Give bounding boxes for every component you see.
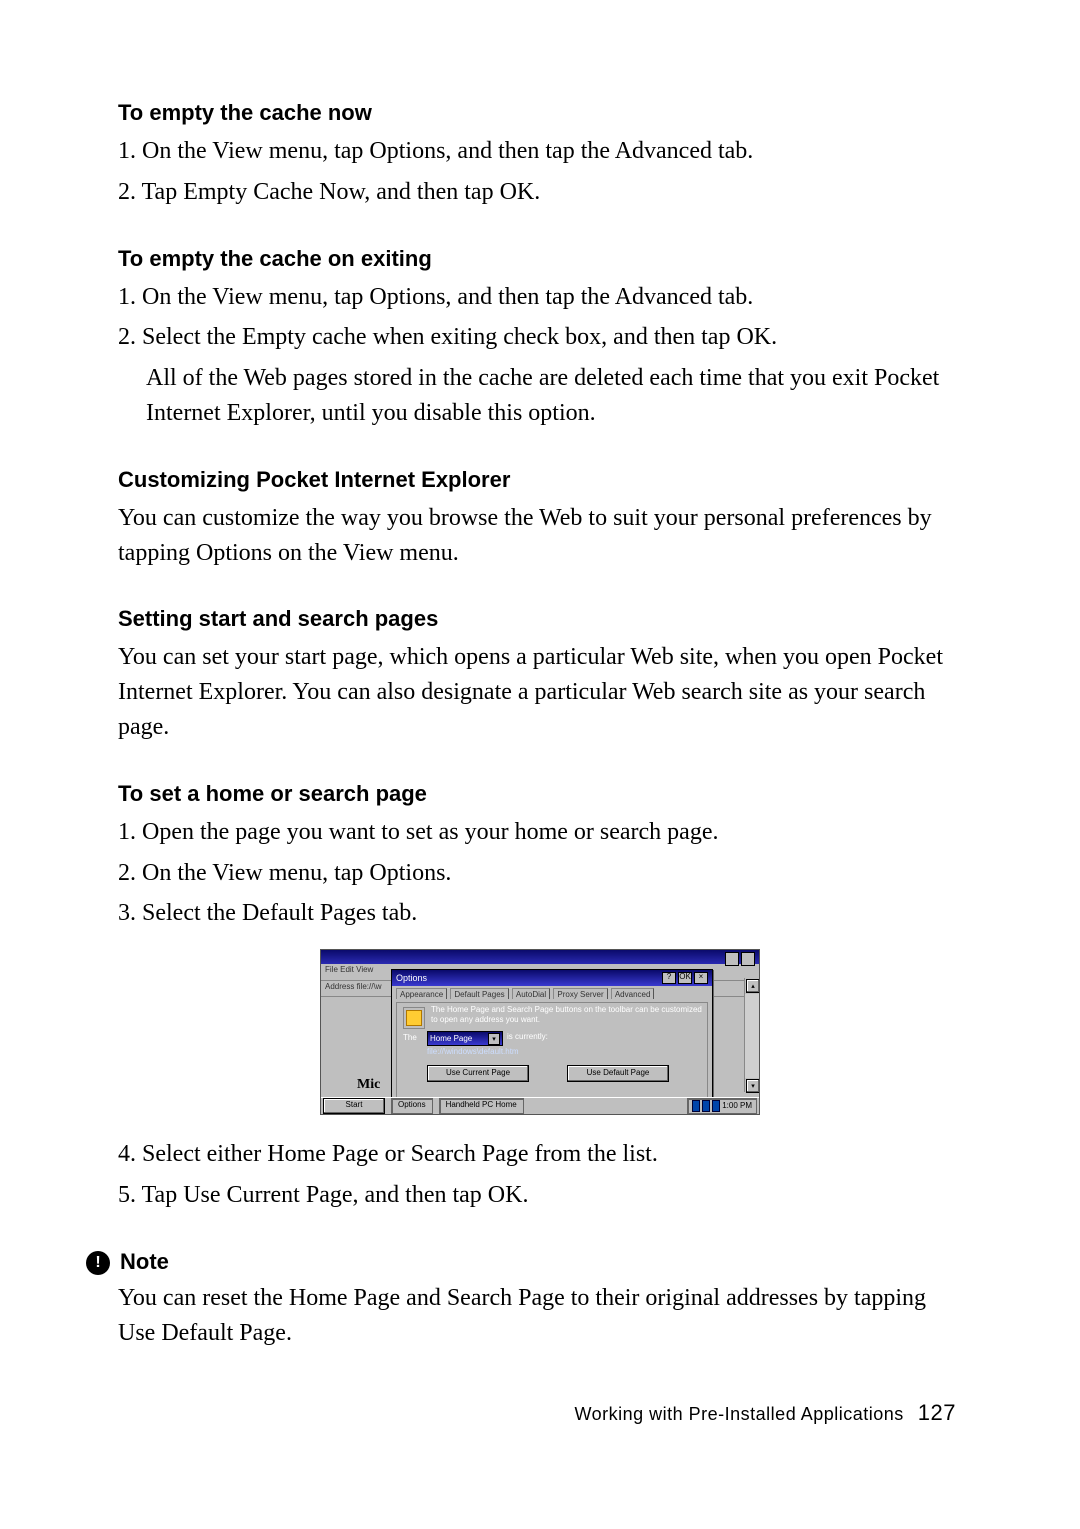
step-3: 3. Select the Default Pages tab. <box>118 896 962 931</box>
taskbar-item-home[interactable]: Handheld PC Home <box>439 1098 524 1114</box>
start-button[interactable]: Start <box>323 1098 385 1114</box>
row-label: The <box>403 1033 417 1042</box>
step-1: 1. On the View menu, tap Options, and th… <box>118 280 962 315</box>
page-type-dropdown[interactable]: Home Page ▾ <box>427 1031 503 1046</box>
section-empty-cache-now: To empty the cache now 1. On the View me… <box>118 100 962 210</box>
tab-appearance[interactable]: Appearance <box>396 988 447 999</box>
footer-section-title: Working with Pre-Installed Applications <box>574 1404 903 1425</box>
document-page: To empty the cache now 1. On the View me… <box>0 0 1080 1466</box>
step-2: 2. On the View menu, tap Options. <box>118 856 962 891</box>
page-number: 127 <box>918 1400 956 1426</box>
tab-advanced[interactable]: Advanced <box>611 988 655 999</box>
taskbar: Start Options Handheld PC Home 1:00 PM <box>321 1097 759 1114</box>
use-current-page-button[interactable]: Use Current Page <box>427 1065 529 1082</box>
browser-body: Mic W Options ? OK × Appearance Default … <box>321 997 759 1095</box>
heading: Setting start and search pages <box>118 606 962 632</box>
page-footer: Working with Pre-Installed Applications … <box>118 1400 962 1426</box>
clock: 1:00 PM <box>722 1100 752 1112</box>
dropdown-value: Home Page <box>430 1034 472 1043</box>
screenshot-options-dialog: File Edit View Address file://\w Mic W O… <box>320 949 760 1115</box>
section-set-home-search: To set a home or search page 1. Open the… <box>118 781 962 931</box>
minimize-icon[interactable] <box>725 952 739 966</box>
heading: To set a home or search page <box>118 781 962 807</box>
tab-proxy-server[interactable]: Proxy Server <box>553 988 607 999</box>
dialog-titlebar: Options ? OK × <box>392 970 712 986</box>
window-titlebar <box>321 950 759 964</box>
logo-line-1: Mic <box>357 1077 380 1092</box>
note-body: You can reset the Home Page and Search P… <box>118 1281 962 1351</box>
system-tray[interactable]: 1:00 PM <box>687 1098 757 1114</box>
tray-icon <box>702 1100 710 1112</box>
options-dialog: Options ? OK × Appearance Default Pages … <box>391 969 713 1101</box>
heading: To empty the cache on exiting <box>118 246 962 272</box>
taskbar-item-options[interactable]: Options <box>391 1098 433 1114</box>
note-block: ! Note You can reset the Home Page and S… <box>86 1249 962 1351</box>
step-2: 2. Tap Empty Cache Now, and then tap OK. <box>118 175 962 210</box>
tab-panel: The Home Page and Search Page buttons on… <box>396 1002 708 1108</box>
section-customizing: Customizing Pocket Internet Explorer You… <box>118 467 962 571</box>
close-icon[interactable] <box>741 952 755 966</box>
tray-icon <box>692 1100 700 1112</box>
chevron-down-icon[interactable]: ▾ <box>488 1033 500 1045</box>
home-page-icon <box>403 1007 425 1029</box>
help-icon[interactable]: ? <box>662 972 676 984</box>
body: You can customize the way you browse the… <box>118 501 962 571</box>
current-page-path: file://\windows\default.htm <box>427 1047 519 1056</box>
titlebar-buttons <box>725 952 755 966</box>
body: You can set your start page, which opens… <box>118 640 962 744</box>
panel-description: The Home Page and Search Page buttons on… <box>431 1005 703 1024</box>
tray-icon <box>712 1100 720 1112</box>
step-2: 2. Select the Empty cache when exiting c… <box>118 320 962 355</box>
ok-icon[interactable]: OK <box>678 972 692 984</box>
step-2a: All of the Web pages stored in the cache… <box>118 361 962 431</box>
section-setting-start-search: Setting start and search pages You can s… <box>118 606 962 744</box>
section-set-home-search-cont: 4. Select either Home Page or Search Pag… <box>118 1137 962 1213</box>
row-label-right: is currently: <box>507 1032 548 1041</box>
note-icon: ! <box>86 1251 110 1275</box>
tab-strip: Appearance Default Pages AutoDial Proxy … <box>392 986 712 1002</box>
dialog-title: Options <box>396 973 427 983</box>
step-5: 5. Tap Use Current Page, and then tap OK… <box>118 1178 962 1213</box>
use-default-page-button[interactable]: Use Default Page <box>567 1065 669 1082</box>
step-4: 4. Select either Home Page or Search Pag… <box>118 1137 962 1172</box>
step-1: 1. Open the page you want to set as your… <box>118 815 962 850</box>
scroll-up-icon[interactable]: ▴ <box>746 979 760 993</box>
section-empty-cache-on-exit: To empty the cache on exiting 1. On the … <box>118 246 962 431</box>
scroll-track[interactable] <box>745 994 759 1078</box>
scroll-down-icon[interactable]: ▾ <box>746 1079 760 1093</box>
close-icon[interactable]: × <box>694 972 708 984</box>
note-label: Note <box>120 1249 169 1275</box>
tab-autodial[interactable]: AutoDial <box>512 988 550 999</box>
heading: To empty the cache now <box>118 100 962 126</box>
dialog-titlebar-buttons: ? OK × <box>662 972 708 984</box>
scrollbar[interactable]: ▴ ▾ <box>744 978 759 1092</box>
tab-default-pages[interactable]: Default Pages <box>450 988 508 999</box>
heading: Customizing Pocket Internet Explorer <box>118 467 962 493</box>
step-1: 1. On the View menu, tap Options, and th… <box>118 134 962 169</box>
